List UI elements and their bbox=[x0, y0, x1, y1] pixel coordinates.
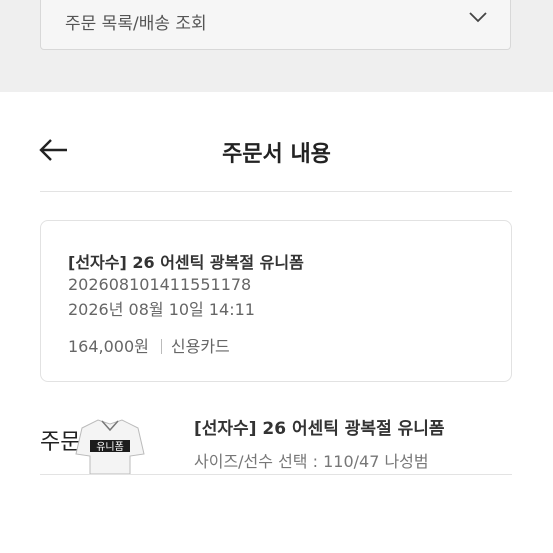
order-list-dropdown[interactable]: 주문 목록/배송 조회 bbox=[40, 0, 511, 50]
dropdown-label: 주문 목록/배송 조회 bbox=[65, 14, 207, 34]
order-price: 164,000원 bbox=[68, 337, 149, 356]
top-filter-area: 주문 목록/배송 조회 bbox=[0, 0, 553, 92]
product-option: 사이즈/선수 선택 : 110/47 나성범 bbox=[194, 452, 429, 471]
order-price-row: 164,000원 신용카드 bbox=[68, 333, 230, 357]
product-title[interactable]: [선자수] 26 어센틱 광복절 유니폼 bbox=[194, 414, 445, 439]
order-number: 20260810141155117​8 bbox=[68, 275, 252, 294]
page-title: 주문서 내용 bbox=[222, 142, 331, 167]
header-divider bbox=[40, 191, 512, 192]
chevron-down-icon bbox=[469, 12, 487, 23]
order-datetime: 2026년 08월 10일 14:11 bbox=[68, 300, 255, 319]
order-product-title: [선자수] 26 어센틱 광복절 유니폼 bbox=[68, 253, 304, 272]
jersey-image: 유니폼 bbox=[75, 419, 145, 474]
thumbnail-text: 유니폼 bbox=[96, 441, 124, 453]
product-thumbnail[interactable]: 유니폼 bbox=[60, 414, 160, 474]
section-divider bbox=[40, 474, 512, 475]
payment-method: 신용카드 bbox=[170, 337, 230, 356]
order-detail-panel: 주문서 내용 [선자수] 26 어센틱 광복절 유니폼 202608101411… bbox=[0, 92, 553, 553]
order-summary-card[interactable]: [선자수] 26 어센틱 광복절 유니폼 20260810141155117​8… bbox=[40, 220, 512, 382]
price-separator bbox=[160, 339, 162, 354]
